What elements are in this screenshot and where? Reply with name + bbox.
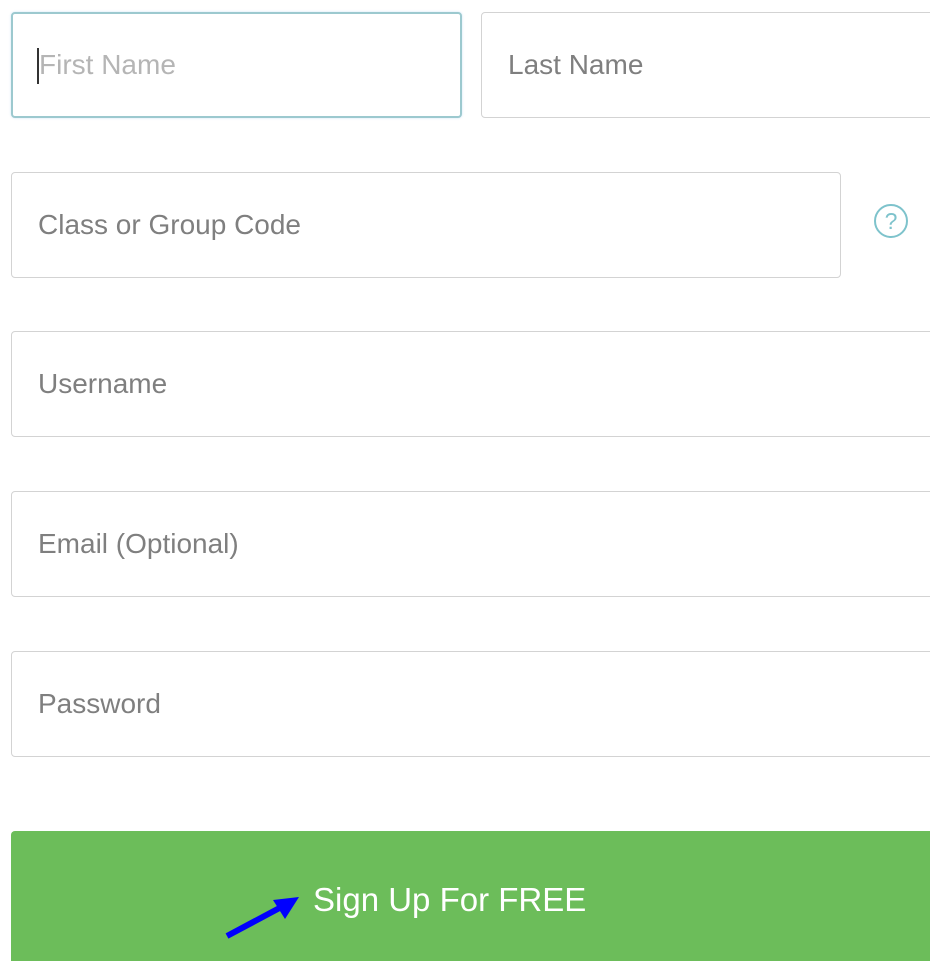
username-input[interactable]: [12, 332, 930, 436]
last-name-field[interactable]: [481, 12, 930, 118]
text-caret: [37, 48, 39, 84]
username-field[interactable]: [11, 331, 930, 437]
sign-up-button-label: Sign Up For FREE: [313, 881, 587, 918]
password-field[interactable]: [11, 651, 930, 757]
pointer-arrow-icon: [225, 897, 299, 939]
last-name-input[interactable]: [482, 13, 930, 117]
class-code-field[interactable]: [11, 172, 841, 278]
password-input[interactable]: [12, 652, 930, 756]
sign-up-button[interactable]: Sign Up For FREE: [11, 831, 930, 961]
email-field[interactable]: [11, 491, 930, 597]
first-name-input[interactable]: [13, 14, 460, 116]
first-name-field[interactable]: [11, 12, 462, 118]
class-code-input[interactable]: [12, 173, 840, 277]
email-input[interactable]: [12, 492, 930, 596]
help-question-icon[interactable]: ?: [874, 204, 908, 238]
